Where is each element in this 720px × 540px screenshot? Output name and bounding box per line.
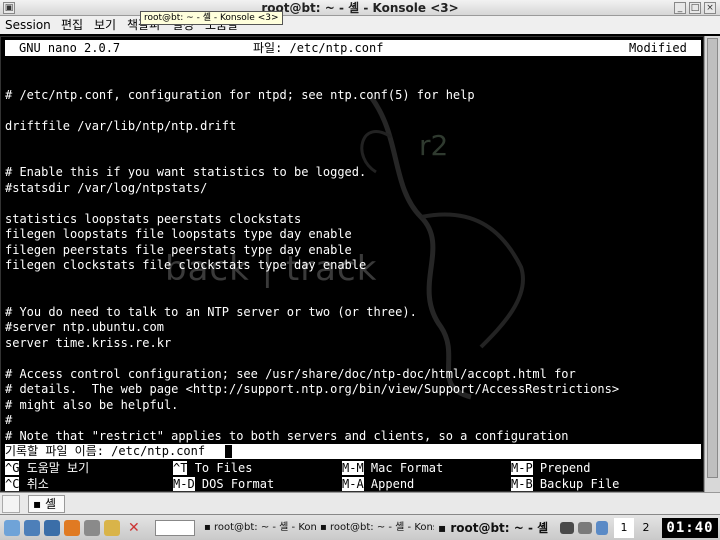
file-line: # Enable this if you want statistics to … bbox=[5, 165, 367, 179]
minimize-icon[interactable]: _ bbox=[674, 2, 686, 14]
file-line: driftfile /var/lib/ntp/ntp.drift bbox=[5, 118, 237, 133]
network-icon[interactable] bbox=[578, 522, 592, 534]
session-tab-label: 셸 bbox=[44, 497, 56, 511]
file-line: # /etc/ntp.conf, configuration for ntpd;… bbox=[5, 87, 475, 102]
notification-icon[interactable] bbox=[596, 521, 608, 535]
konsole-task-icon: ▪ bbox=[438, 521, 451, 535]
file-line bbox=[5, 289, 701, 305]
terminal-scrollbar[interactable] bbox=[704, 36, 720, 492]
file-line: # bbox=[5, 413, 13, 427]
file-line: #statsdir /var/log/ntpstats/ bbox=[5, 180, 208, 195]
pager-desktop-2[interactable]: 2 bbox=[636, 518, 656, 538]
folder-icon[interactable] bbox=[104, 520, 120, 536]
file-line: # Access control configuration; see /usr… bbox=[5, 366, 576, 381]
window-titlebar[interactable]: ▣ root@bt: ~ - 셸 - Konsole <3> _ □ × bbox=[0, 0, 720, 16]
file-line: filegen clockstats file clockstats type … bbox=[5, 258, 367, 272]
save-prompt-text: 기록할 파일 이름: /etc/ntp.conf bbox=[5, 444, 206, 458]
konsole-task-icon: ▪ bbox=[204, 522, 214, 533]
shortcut-to-files[interactable]: ^T To Files bbox=[173, 460, 252, 476]
shortcut-row-1: ^G 도움말 보기 ^T To Files M-M Mac Format M-P… bbox=[5, 460, 701, 476]
close-icon[interactable]: × bbox=[704, 2, 716, 14]
session-tab[interactable]: ▪ 셸 bbox=[28, 495, 65, 513]
nano-version: GNU nano 2.0.7 bbox=[19, 41, 121, 55]
kmenu-icon[interactable] bbox=[4, 520, 20, 536]
file-line: filegen loopstats file loopstats type da… bbox=[5, 227, 352, 241]
text-cursor bbox=[225, 445, 232, 458]
session-tab-bar: ▪ 셸 bbox=[0, 492, 720, 514]
file-line: # might also be helpful. bbox=[5, 397, 179, 412]
desktop-selector[interactable] bbox=[155, 520, 195, 536]
file-line bbox=[5, 72, 701, 88]
file-line bbox=[5, 134, 701, 150]
terminal-launcher-icon[interactable] bbox=[84, 520, 100, 536]
task-konsole-1[interactable]: ▪ root@bt: ~ - 셸 - Kons bbox=[204, 518, 316, 538]
shortcut-append[interactable]: M-A Append bbox=[342, 476, 414, 491]
terminal-view[interactable]: r2 back | track GNU nano 2.0.7 파일: /etc/… bbox=[0, 36, 704, 492]
clock[interactable]: 01:40 bbox=[662, 518, 718, 538]
file-line bbox=[5, 150, 701, 166]
shortcut-row-2: ^C 취소 M-D DOS Format M-A Append M-B Back… bbox=[5, 476, 701, 491]
shortcut-backup-file[interactable]: M-B Backup File bbox=[511, 476, 619, 491]
nano-file-label: 파일: /etc/ntp.conf bbox=[253, 41, 384, 55]
konsole-launcher-icon[interactable] bbox=[44, 520, 60, 536]
file-line: filegen peerstats file peerstats type da… bbox=[5, 242, 352, 257]
file-line: statistics loopstats peerstats clockstat… bbox=[5, 211, 302, 226]
tools-icon[interactable]: ✕ bbox=[128, 520, 144, 536]
taskbar: ✕ ▪ root@bt: ~ - 셸 - Kons ▪ root@bt: ~ -… bbox=[0, 514, 720, 540]
nano-status: Modified bbox=[629, 41, 687, 55]
window-title: root@bt: ~ - 셸 - Konsole <3> bbox=[261, 1, 459, 15]
window-tooltip: root@bt: ~ - 셸 - Konsole <3> bbox=[140, 11, 283, 25]
shortcut-prepend[interactable]: M-P Prepend bbox=[511, 460, 591, 476]
firefox-icon[interactable] bbox=[64, 520, 80, 536]
file-line bbox=[5, 196, 701, 212]
maximize-icon[interactable]: □ bbox=[689, 2, 701, 14]
file-line: server time.kriss.re.kr bbox=[5, 335, 172, 350]
menu-session[interactable]: Session bbox=[5, 16, 51, 34]
menu-view[interactable]: 보기 bbox=[94, 16, 116, 34]
scrollbar-thumb[interactable] bbox=[707, 38, 718, 478]
shortcut-mac-format[interactable]: M-M Mac Format bbox=[342, 460, 443, 476]
save-prompt[interactable]: 기록할 파일 이름: /etc/ntp.conf bbox=[5, 444, 701, 459]
menu-edit[interactable]: 편집 bbox=[61, 16, 83, 34]
file-line bbox=[5, 274, 701, 290]
file-line: # Note that "restrict" applies to both s… bbox=[5, 428, 569, 443]
shortcut-help[interactable]: ^G 도움말 보기 bbox=[5, 460, 89, 476]
file-line: #server ntp.ubuntu.com bbox=[5, 320, 164, 334]
nano-header: GNU nano 2.0.7 파일: /etc/ntp.conf Modifie… bbox=[5, 40, 701, 56]
keyboard-icon[interactable] bbox=[560, 522, 574, 534]
file-line bbox=[5, 103, 701, 119]
pager-desktop-1[interactable]: 1 bbox=[614, 518, 634, 538]
shortcut-dos-format[interactable]: M-D DOS Format bbox=[173, 476, 274, 491]
file-line: # You do need to talk to an NTP server o… bbox=[5, 304, 417, 319]
file-content[interactable]: # /etc/ntp.conf, configuration for ntpd;… bbox=[5, 72, 701, 460]
system-icon[interactable] bbox=[24, 520, 40, 536]
menu-bar: Session 편집 보기 책갈피 설정 도움말 bbox=[0, 16, 720, 34]
file-line: # details. The web page <http://support.… bbox=[5, 382, 620, 396]
task-konsole-2[interactable]: ▪ root@bt: ~ - 셸 - Kons bbox=[320, 518, 434, 538]
new-tab-icon[interactable] bbox=[2, 495, 20, 513]
terminal-icon: ▪ bbox=[33, 497, 45, 511]
shortcut-cancel[interactable]: ^C 취소 bbox=[5, 476, 49, 491]
konsole-task-icon: ▪ bbox=[320, 522, 330, 533]
task-konsole-3[interactable]: ▪ root@bt: ~ - 셸 - Konsole <3> bbox=[438, 518, 550, 538]
file-line bbox=[5, 351, 701, 367]
